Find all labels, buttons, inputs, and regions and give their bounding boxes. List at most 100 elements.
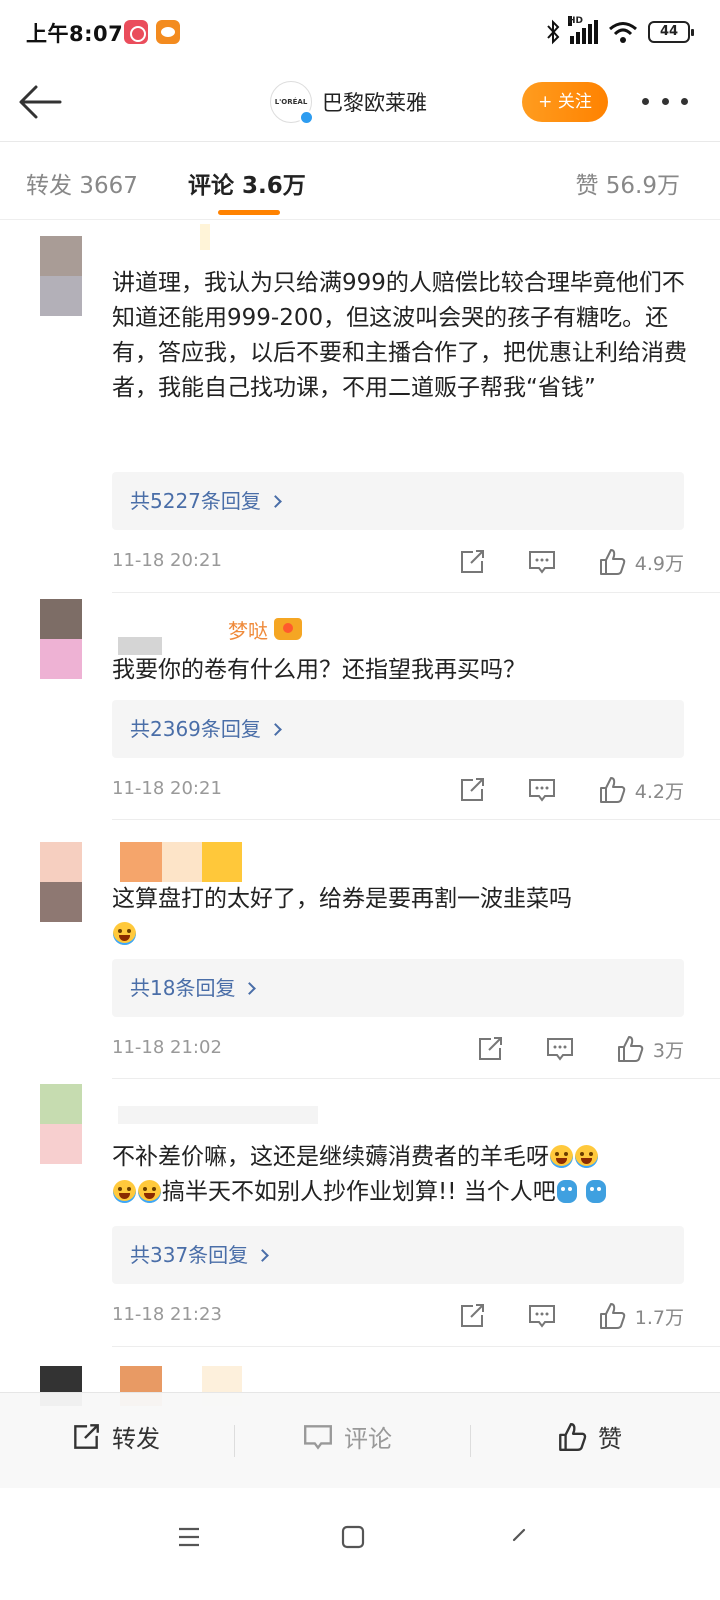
username[interactable]: 梦哒 — [228, 615, 303, 644]
share-icon[interactable] — [475, 1034, 505, 1064]
avatar[interactable] — [40, 599, 82, 679]
like-thumb-icon — [559, 1422, 587, 1451]
chevron-right-icon — [269, 495, 282, 508]
crying-emoji-icon — [550, 1145, 573, 1168]
comment-actions: 3万 — [475, 1029, 684, 1069]
repost-button[interactable]: 转发 — [70, 1419, 160, 1454]
username-blurred[interactable] — [200, 224, 210, 250]
cellular-signal-icon: HD — [568, 16, 598, 44]
netease-app-icon — [124, 20, 148, 44]
crying-emoji-icon — [138, 1180, 161, 1203]
system-nav-bar — [0, 1488, 720, 1600]
brand-avatar[interactable]: L'ORÉAL — [270, 81, 314, 125]
separator — [470, 1425, 471, 1457]
crying-emoji-icon — [113, 1180, 136, 1203]
view-replies-button[interactable]: 共337条回复 — [112, 1226, 684, 1284]
comment-meta: 11-18 21:23 1.7万 — [112, 1296, 684, 1336]
view-replies-button[interactable]: 共18条回复 — [112, 959, 684, 1017]
share-icon[interactable] — [457, 547, 487, 577]
tab-bar: 转发 3667 评论 3.6万 赞 56.9万 — [0, 142, 720, 220]
more-options-icon[interactable] — [642, 98, 688, 108]
vip-crown-icon — [274, 618, 303, 640]
comment-text-line1: 不补差价嘛，这还是继续薅消费者的羊毛呀 — [112, 1144, 549, 1170]
comment-meta: 11-18 21:02 3万 — [112, 1029, 684, 1069]
brand-info[interactable]: L'ORÉAL 巴黎欧莱雅 — [270, 81, 427, 125]
comment-text: 这算盘打的太好了，给券是要再割一波韭菜吗 — [112, 882, 692, 952]
comment-text-content: 这算盘打的太好了，给券是要再割一波韭菜吗 — [112, 886, 572, 912]
share-icon[interactable] — [457, 1301, 487, 1331]
like-thumb-icon[interactable] — [597, 547, 627, 577]
divider — [112, 1078, 720, 1079]
reply-comment-icon[interactable] — [527, 547, 557, 577]
like-button[interactable]: 赞 — [556, 1419, 622, 1454]
comment-button[interactable]: 评论 — [302, 1419, 392, 1454]
divider — [112, 819, 720, 820]
like-count: 3万 — [652, 1039, 684, 1062]
repost-icon — [74, 1423, 99, 1449]
top-header: L'ORÉAL 巴黎欧莱雅 + 关注 — [0, 64, 720, 142]
like-thumb-icon[interactable] — [597, 775, 627, 805]
comment-meta: 11-18 20:21 4.9万 — [112, 542, 684, 582]
reply-comment-icon[interactable] — [527, 775, 557, 805]
view-replies-button[interactable]: 共5227条回复 — [112, 472, 684, 530]
like-label: 赞 — [598, 1425, 622, 1453]
comment-label: 评论 — [344, 1425, 392, 1453]
chevron-right-icon — [256, 1249, 270, 1262]
tab-like[interactable]: 赞 56.9万 — [575, 166, 680, 200]
divider — [112, 592, 720, 593]
username-blurred-part — [162, 842, 202, 882]
crying-emoji-icon — [575, 1145, 598, 1168]
replies-count: 共18条回复 — [130, 976, 236, 1000]
menu-icon[interactable] — [176, 1524, 202, 1550]
comment-actions: 4.9万 — [457, 542, 684, 582]
comment-text: 不补差价嘛，这还是继续薅消费者的羊毛呀 搞半天不如别人抄作业划算!! 当个人吧 — [112, 1140, 692, 1210]
bottom-action-bar: 转发 评论 赞 — [0, 1392, 720, 1488]
slipper-emoji-icon — [586, 1180, 607, 1203]
brand-name[interactable]: 巴黎欧莱雅 — [322, 87, 427, 117]
repost-label: 转发 — [112, 1425, 160, 1453]
replies-count: 共5227条回复 — [130, 489, 261, 513]
weibo-app-icon — [156, 20, 180, 44]
reply-comment-icon[interactable] — [545, 1034, 575, 1064]
replies-count: 共2369条回复 — [130, 717, 261, 741]
avatar[interactable] — [40, 842, 82, 922]
tab-comment[interactable]: 评论 3.6万 — [188, 166, 306, 200]
comment-time: 11-18 20:21 — [112, 550, 222, 571]
username-blurred-part — [202, 842, 242, 882]
like-count: 4.9万 — [634, 552, 684, 575]
reply-comment-icon[interactable] — [527, 1301, 557, 1331]
back-arrow-icon[interactable] — [16, 82, 64, 122]
share-icon[interactable] — [457, 775, 487, 805]
home-square-icon[interactable] — [340, 1524, 366, 1550]
follow-button[interactable]: + 关注 — [522, 82, 608, 122]
comment-text: 讲道理，我认为只给满999的人赔偿比较合理毕竟他们不知道还能用999-200，但… — [112, 270, 687, 401]
like-count: 1.7万 — [634, 1306, 684, 1329]
like-thumb-icon[interactable] — [597, 1301, 627, 1331]
comment-time: 11-18 20:21 — [112, 778, 222, 799]
back-nav-icon[interactable] — [506, 1524, 532, 1550]
comment-text: 我要你的卷有什么用？还指望我再买吗？ — [112, 657, 526, 683]
laugh-cry-emoji-icon — [113, 922, 136, 945]
tab-repost[interactable]: 转发 3667 — [26, 166, 138, 200]
avatar[interactable] — [40, 236, 82, 316]
verified-badge-icon — [299, 110, 314, 125]
status-icons: HD 44 — [546, 16, 694, 46]
comment-icon — [304, 1424, 332, 1450]
battery-indicator: 44 — [648, 21, 694, 43]
status-bar: 上午8:07 HD 44 — [0, 0, 720, 64]
replies-count: 共337条回复 — [130, 1243, 249, 1267]
username-blurred[interactable] — [118, 1106, 318, 1124]
wifi-icon — [609, 22, 637, 43]
like-thumb-icon[interactable] — [615, 1034, 645, 1064]
active-tab-indicator — [218, 210, 280, 215]
avatar[interactable] — [40, 1084, 82, 1164]
comment-actions: 1.7万 — [457, 1296, 684, 1336]
view-replies-button[interactable]: 共2369条回复 — [112, 700, 684, 758]
divider — [112, 1346, 720, 1347]
chevron-right-icon — [269, 723, 282, 736]
username-text: 梦哒 — [228, 619, 268, 643]
comment-time: 11-18 21:23 — [112, 1304, 222, 1325]
comment-text-line2: 搞半天不如别人抄作业划算!! 当个人吧 — [162, 1179, 556, 1205]
username-blurred[interactable] — [120, 842, 162, 882]
chevron-right-icon — [243, 982, 257, 995]
